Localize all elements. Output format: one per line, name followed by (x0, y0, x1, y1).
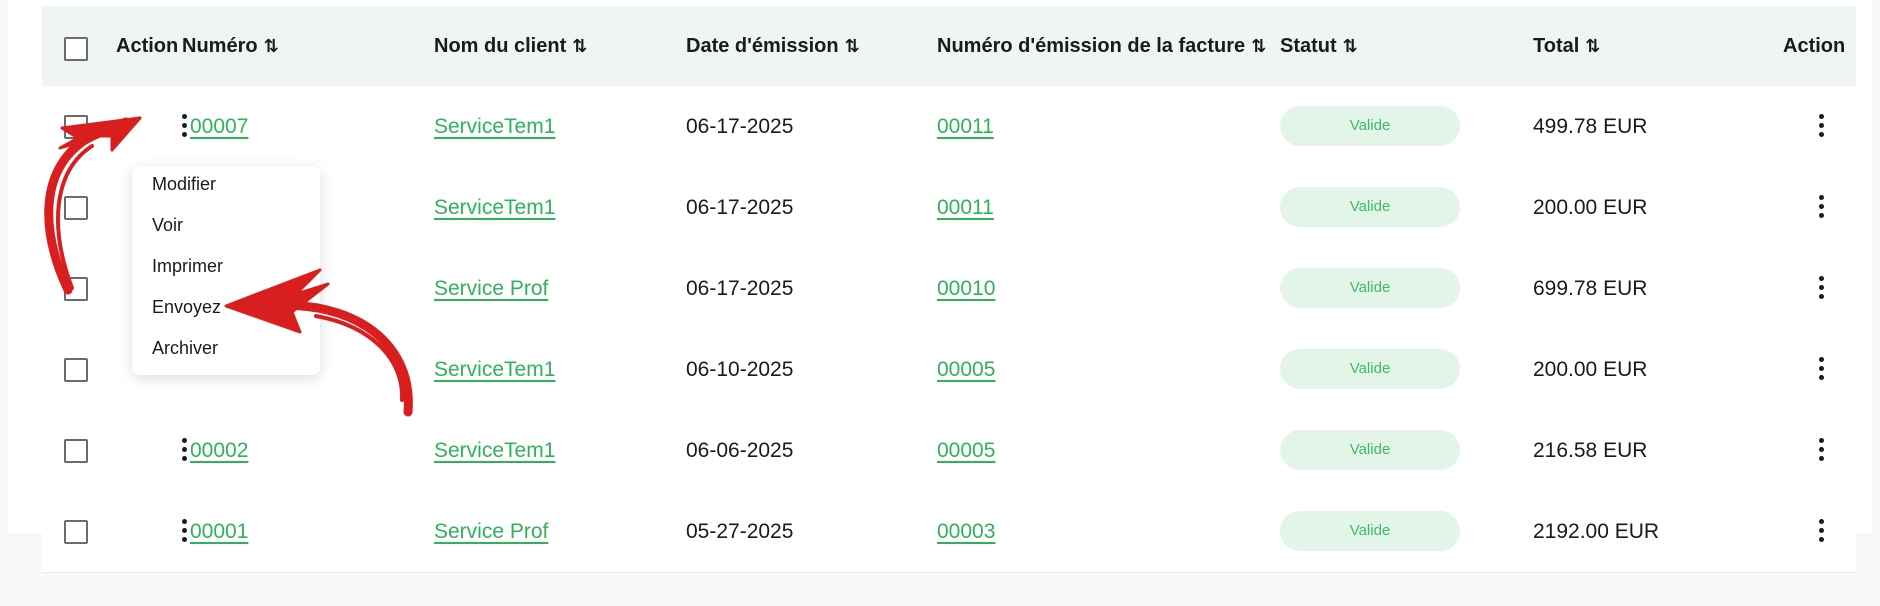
column-header-date[interactable]: Date d'émission ⇅ (686, 6, 860, 86)
column-header-total[interactable]: Total ⇅ (1533, 6, 1600, 86)
menu-item-voir[interactable]: Voir (152, 215, 183, 236)
invoice-issue-number-link[interactable]: 00010 (937, 248, 995, 329)
status-badge: Valide (1280, 187, 1460, 227)
client-name-link[interactable]: ServiceTem1 (434, 167, 555, 248)
status-badge: Valide (1280, 106, 1460, 146)
invoice-number-link[interactable]: 00001 (190, 491, 248, 572)
status-badge: Valide (1280, 349, 1460, 389)
row-checkbox[interactable] (64, 115, 88, 139)
row-checkbox[interactable] (64, 358, 88, 382)
table-row: 00007 ServiceTem1 06-17-2025 00011 Valid… (42, 86, 1856, 168)
menu-item-imprimer[interactable]: Imprimer (152, 256, 223, 277)
client-name-link[interactable]: ServiceTem1 (434, 410, 555, 491)
invoice-issue-number-link[interactable]: 00011 (937, 167, 994, 248)
total-amount: 499.78 EUR (1533, 115, 1648, 138)
status-badge: Valide (1280, 430, 1460, 470)
invoice-issue-number-link[interactable]: 00005 (937, 329, 995, 410)
menu-item-envoyez[interactable]: Envoyez (152, 297, 221, 318)
issue-date: 06-06-2025 (686, 439, 794, 462)
row-actions-kebab-icon[interactable] (1816, 438, 1826, 464)
total-amount: 2192.00 EUR (1533, 520, 1660, 543)
menu-item-archiver[interactable]: Archiver (152, 338, 218, 359)
row-actions-kebab-icon[interactable] (1816, 195, 1826, 221)
column-header-numero[interactable]: Numéro ⇅ (182, 6, 279, 86)
row-actions-kebab-icon[interactable] (1816, 276, 1826, 302)
client-name-link[interactable]: ServiceTem1 (434, 86, 555, 167)
client-name-link[interactable]: Service Prof (434, 491, 548, 572)
sort-arrows-icon[interactable]: ⇅ (572, 36, 587, 56)
table-row: 00001 Service Prof 05-27-2025 00003 Vali… (42, 491, 1856, 573)
select-all-checkbox[interactable] (64, 37, 88, 61)
sort-arrows-icon[interactable]: ⇅ (264, 36, 279, 56)
row-actions-kebab-icon[interactable] (1816, 114, 1826, 140)
row-actions-kebab-icon[interactable] (179, 438, 189, 464)
invoice-issue-number-link[interactable]: 00003 (937, 491, 995, 572)
invoice-number-link[interactable]: 00007 (190, 86, 248, 167)
row-actions-kebab-icon[interactable] (1816, 519, 1826, 545)
issue-date: 06-17-2025 (686, 277, 794, 300)
row-checkbox[interactable] (64, 520, 88, 544)
menu-item-modifier[interactable]: Modifier (152, 174, 216, 195)
column-header-status[interactable]: Statut ⇅ (1280, 6, 1358, 86)
table-header: Action Numéro ⇅ Nom du client ⇅ Date d'émi… (42, 6, 1856, 86)
client-name-link[interactable]: Service Prof (434, 248, 548, 329)
column-header-action-right: Action (1783, 35, 1846, 57)
invoice-issue-number-link[interactable]: 00011 (937, 86, 994, 167)
issue-date: 06-10-2025 (686, 358, 794, 381)
column-header-invoice-number[interactable]: Numéro d'émission de la facture ⇅ (937, 6, 1266, 86)
client-name-link[interactable]: ServiceTem1 (434, 329, 555, 410)
row-checkbox[interactable] (64, 196, 88, 220)
sort-arrows-icon[interactable]: ⇅ (845, 36, 860, 56)
column-header-client[interactable]: Nom du client ⇅ (434, 6, 587, 86)
row-actions-kebab-icon[interactable] (179, 114, 189, 140)
status-badge: Valide (1280, 268, 1460, 308)
issue-date: 06-17-2025 (686, 115, 794, 138)
row-actions-kebab-icon[interactable] (179, 519, 189, 545)
invoice-number-link[interactable]: 00002 (190, 410, 248, 491)
row-checkbox[interactable] (64, 439, 88, 463)
sort-arrows-icon[interactable]: ⇅ (1585, 36, 1600, 56)
total-amount: 200.00 EUR (1533, 358, 1648, 381)
total-amount: 699.78 EUR (1533, 277, 1648, 300)
issue-date: 06-17-2025 (686, 196, 794, 219)
total-amount: 216.58 EUR (1533, 439, 1648, 462)
row-actions-menu: Modifier Voir Imprimer Envoyez Archiver (132, 166, 320, 375)
issue-date: 05-27-2025 (686, 520, 794, 543)
invoice-issue-number-link[interactable]: 00005 (937, 410, 995, 491)
total-amount: 200.00 EUR (1533, 196, 1648, 219)
sort-arrows-icon[interactable]: ⇅ (1343, 36, 1358, 56)
row-actions-kebab-icon[interactable] (1816, 357, 1826, 383)
column-header-action: Action (116, 35, 179, 57)
status-badge: Valide (1280, 511, 1460, 551)
table-row: 00002 ServiceTem1 06-06-2025 00005 Valid… (42, 410, 1856, 492)
row-checkbox[interactable] (64, 277, 88, 301)
sort-arrows-icon[interactable]: ⇅ (1251, 36, 1266, 56)
